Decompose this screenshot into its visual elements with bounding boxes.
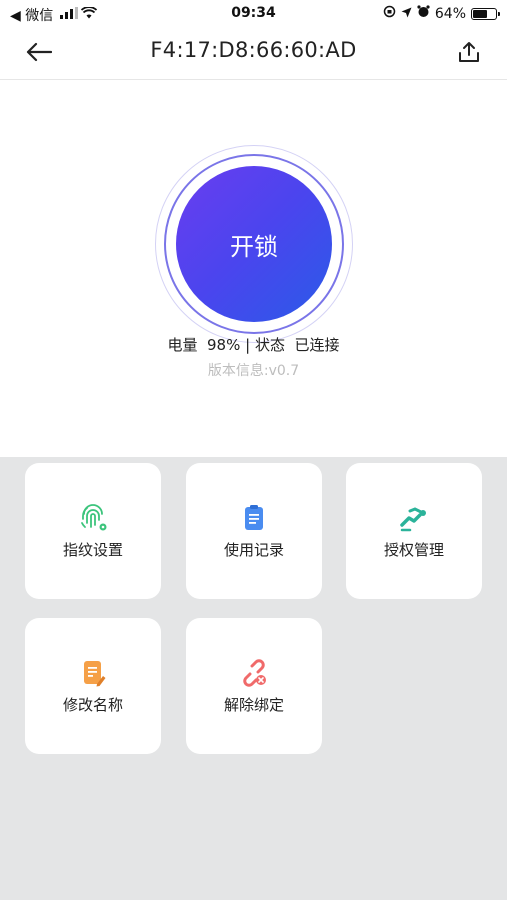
battery-label: 电量 — [167, 336, 198, 354]
version-info: 版本信息:v0.7 — [207, 363, 300, 379]
rename-label: 修改名称 — [62, 696, 123, 714]
usage-records-card[interactable]: 使用记录 — [186, 463, 322, 599]
lock-section: 开锁 电量 98% | 状态 已连接 版本信息:v0.7 — [0, 81, 507, 457]
arrow-left-icon — [26, 42, 53, 66]
battery-icon — [471, 7, 500, 20]
status-label: 状态 — [254, 336, 285, 354]
fingerprint-icon — [78, 503, 108, 533]
location-icon — [401, 6, 412, 22]
rotation-lock-icon — [383, 5, 396, 22]
unlock-label: 开锁 — [230, 232, 278, 261]
status-bar: ◀ 微信 09:34 64% — [0, 0, 507, 28]
status-value: 已连接 — [294, 336, 340, 354]
usage-records-label: 使用记录 — [223, 541, 284, 559]
fingerprint-settings-card[interactable]: 指纹设置 — [25, 463, 161, 599]
fingerprint-settings-label: 指纹设置 — [62, 541, 123, 559]
unlock-button[interactable]: 开锁 — [176, 166, 332, 322]
alarm-icon — [417, 5, 430, 22]
authorization-management-label: 授权管理 — [383, 541, 444, 559]
authorization-management-card[interactable]: 授权管理 — [346, 463, 482, 599]
rename-card[interactable]: 修改名称 — [25, 618, 161, 754]
battery-percent: 64% — [434, 5, 466, 22]
battery-value: 98% — [207, 336, 241, 354]
unlink-icon — [239, 658, 269, 688]
share-icon — [458, 41, 480, 67]
back-button[interactable] — [22, 38, 56, 70]
unbind-label: 解除绑定 — [223, 696, 284, 714]
page-title: F4:17:D8:66:60:AD — [150, 38, 357, 62]
share-button[interactable] — [453, 38, 485, 70]
unbind-card[interactable]: 解除绑定 — [186, 618, 322, 754]
edit-document-icon — [78, 658, 108, 688]
clipboard-icon — [239, 503, 269, 533]
status-right: 64% — [383, 5, 500, 22]
nav-bar: F4:17:D8:66:60:AD — [0, 28, 507, 80]
action-grid: 指纹设置 使用记录 授权管理 修改名称 解除绑定 — [0, 457, 507, 900]
lock-status-line: 电量 98% | 状态 已连接 — [0, 334, 507, 355]
handshake-icon — [399, 503, 429, 533]
